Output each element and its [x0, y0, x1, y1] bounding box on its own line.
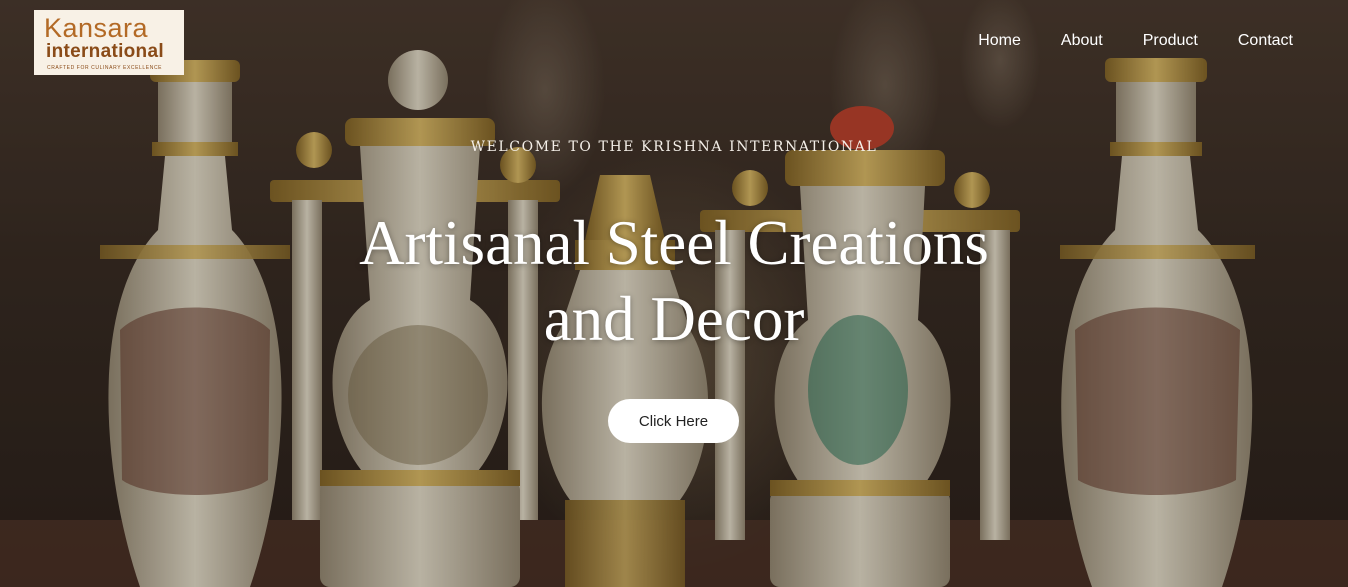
hero-title-line-2: and Decor — [543, 284, 805, 354]
click-here-button[interactable]: Click Here — [608, 399, 739, 443]
hero-title-line-1: Artisanal Steel Creations — [359, 208, 989, 278]
hero-title: Artisanal Steel Creations and Decor — [0, 205, 1348, 357]
logo-subword: international — [46, 41, 164, 62]
nav-product[interactable]: Product — [1143, 32, 1198, 50]
brand-logo[interactable]: Kansara international CRAFTED FOR CULINA… — [34, 10, 184, 75]
logo-tagline: CRAFTED FOR CULINARY EXCELLENCE — [47, 65, 163, 71]
nav-contact[interactable]: Contact — [1238, 32, 1293, 50]
logo-wordmark: Kansara — [44, 13, 149, 43]
main-nav: Home About Product Contact — [938, 32, 1293, 50]
nav-about[interactable]: About — [1061, 32, 1103, 50]
nav-home[interactable]: Home — [978, 32, 1021, 50]
hero-kicker: WELCOME TO THE KRISHNA INTERNATIONAL — [470, 139, 878, 155]
